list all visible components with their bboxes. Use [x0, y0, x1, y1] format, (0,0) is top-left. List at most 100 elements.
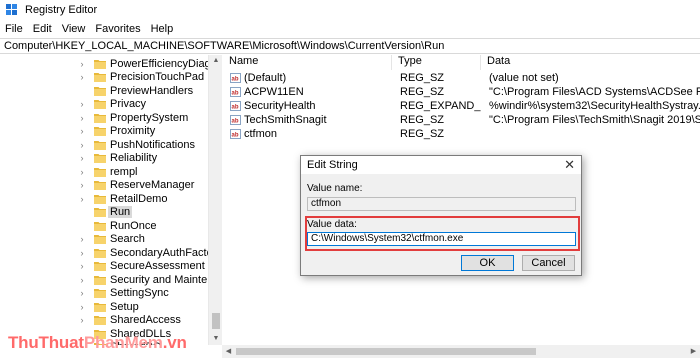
tree-item[interactable]: › PrecisionTouchPad — [0, 71, 205, 85]
value-name-cell: ab SecurityHealth — [223, 100, 392, 112]
value-name-text: (Default) — [244, 72, 287, 84]
dialog-title: Edit String — [307, 159, 358, 171]
tree-item[interactable]: Run — [0, 206, 133, 220]
tree-item-label: PropertySystem — [110, 111, 189, 124]
folder-icon — [94, 275, 106, 285]
tree-item[interactable]: › Reliability — [0, 152, 158, 166]
chevron-right-icon[interactable]: › — [76, 59, 88, 69]
chevron-right-icon[interactable]: › — [76, 140, 88, 150]
value-type-cell: REG_SZ — [400, 86, 445, 98]
folder-icon — [94, 140, 106, 150]
value-row[interactable]: ab ACPW11EN REG_SZ "C:\Program Files\ACD Sy… — [223, 85, 700, 99]
chevron-right-icon[interactable]: › — [76, 315, 88, 325]
tree-item[interactable]: › SecureAssessment — [0, 260, 205, 274]
value-data-cell: "C:\Program Files\ACD Systems\ACDSee Pro… — [489, 86, 700, 98]
value-name-cell: ab ACPW11EN — [223, 86, 392, 98]
tree-item[interactable]: › Setup — [0, 300, 139, 314]
folder-icon — [94, 86, 106, 96]
cancel-button[interactable]: Cancel — [522, 255, 575, 271]
column-type[interactable]: Type — [392, 55, 481, 70]
menu-help[interactable]: Help — [146, 23, 179, 35]
tree-item-label: Setup — [110, 300, 139, 313]
value-data-cell: %windir%\system32\SecurityHealthSystray.… — [489, 100, 700, 112]
title-bar: Registry Editor — [0, 0, 700, 20]
chevron-right-icon[interactable]: › — [76, 126, 88, 136]
tree-item-label: SecureAssessment — [110, 260, 205, 273]
column-data[interactable]: Data — [481, 55, 700, 70]
chevron-right-icon[interactable]: › — [76, 167, 88, 177]
value-row[interactable]: ab SecurityHealth REG_EXPAND_SZ %windir%\sy… — [223, 99, 700, 113]
scroll-right-arrow-icon[interactable]: ▶ — [687, 345, 700, 358]
watermark-part-2: PhanMem — [83, 333, 163, 352]
tree-item[interactable]: › Proximity — [0, 125, 156, 139]
tree-item[interactable]: › RetailDemo — [0, 192, 168, 206]
menu-view[interactable]: View — [57, 23, 91, 35]
menu-favorites[interactable]: Favorites — [90, 23, 145, 35]
column-name[interactable]: Name — [223, 55, 392, 70]
chevron-right-icon[interactable]: › — [76, 248, 88, 258]
tree-item[interactable]: › SecondaryAuthFactor — [0, 246, 217, 260]
scroll-thumb[interactable] — [212, 313, 220, 329]
chevron-right-icon[interactable]: › — [76, 113, 88, 123]
value-data-field[interactable]: C:\Windows\System32\ctfmon.exe — [307, 232, 576, 246]
tree-item[interactable]: PreviewHandlers — [0, 84, 193, 98]
value-name-label: Value name: — [307, 183, 363, 194]
folder-icon — [94, 72, 106, 83]
folder-icon — [94, 180, 106, 191]
address-bar[interactable]: Computer\HKEY_LOCAL_MACHINE\SOFTWARE\Mic… — [0, 38, 700, 54]
chevron-right-icon[interactable]: › — [76, 275, 88, 285]
value-row[interactable]: ab (Default) REG_SZ (value not set) — [223, 71, 700, 85]
close-icon[interactable]: ✕ — [564, 157, 575, 173]
scroll-thumb[interactable] — [236, 348, 536, 355]
tree-item-label: SettingSync — [110, 287, 169, 300]
chevron-right-icon[interactable]: › — [76, 261, 88, 271]
chevron-right-icon[interactable]: › — [76, 288, 88, 298]
chevron-right-icon[interactable]: › — [76, 99, 88, 109]
chevron-right-icon[interactable]: › — [76, 194, 88, 204]
value-data-cell: (value not set) — [489, 72, 559, 84]
tree-item[interactable]: › SharedAccess — [0, 314, 181, 328]
folder-icon — [94, 59, 106, 69]
tree-item-label: Privacy — [110, 98, 147, 111]
tree-item[interactable]: › SettingSync — [0, 287, 169, 301]
folder-icon — [94, 194, 106, 204]
registry-editor-icon — [6, 4, 17, 15]
value-name-field: ctfmon — [307, 197, 576, 211]
chevron-right-icon[interactable]: › — [76, 234, 88, 244]
tree-item[interactable]: › PropertySystem — [0, 111, 189, 125]
menu-edit[interactable]: Edit — [28, 23, 57, 35]
value-data-label: Value data: — [307, 219, 357, 230]
tree-item-label: Search — [110, 233, 145, 246]
tree-item-label: PushNotifications — [110, 138, 195, 151]
tree-vertical-scrollbar[interactable]: ▲ ▼ — [208, 55, 222, 345]
scroll-down-arrow-icon[interactable]: ▼ — [209, 333, 223, 345]
tree-item[interactable]: › Privacy — [0, 98, 147, 112]
ok-button[interactable]: OK — [461, 255, 514, 271]
chevron-right-icon[interactable]: › — [76, 302, 88, 312]
folder-icon — [94, 221, 106, 231]
value-row[interactable]: ab TechSmithSnagit REG_SZ "C:\Program Files… — [223, 113, 700, 127]
tree-item-label: rempl — [110, 165, 138, 178]
menu-file[interactable]: File — [0, 23, 28, 35]
tree-item[interactable]: › Security and Maintenance — [0, 273, 222, 287]
scroll-left-arrow-icon[interactable]: ◀ — [222, 345, 235, 358]
list-header: Name Type Data — [223, 55, 700, 70]
svg-text:ab: ab — [232, 91, 239, 97]
chevron-right-icon[interactable]: › — [76, 180, 88, 190]
tree-item[interactable]: › Search — [0, 233, 145, 247]
value-row[interactable]: ab ctfmon REG_SZ — [223, 127, 700, 141]
tree-item[interactable]: › PowerEfficiencyDiagnostics — [0, 57, 222, 71]
tree-item[interactable]: › ReserveManager — [0, 179, 195, 193]
list-horizontal-scrollbar[interactable]: ◀ ▶ — [222, 345, 700, 358]
folder-icon — [94, 288, 106, 299]
value-name-text: ctfmon — [244, 128, 278, 140]
chevron-right-icon[interactable]: › — [76, 72, 88, 82]
scroll-up-arrow-icon[interactable]: ▲ — [209, 55, 223, 67]
tree-item[interactable]: › PushNotifications — [0, 138, 196, 152]
tree-item[interactable]: › rempl — [0, 165, 138, 179]
tree-item[interactable]: RunOnce — [0, 219, 156, 233]
tree-item-label: PreviewHandlers — [110, 84, 194, 97]
svg-text:ab: ab — [232, 119, 239, 125]
dialog-title-bar: Edit String ✕ — [301, 156, 581, 174]
chevron-right-icon[interactable]: › — [76, 153, 88, 163]
